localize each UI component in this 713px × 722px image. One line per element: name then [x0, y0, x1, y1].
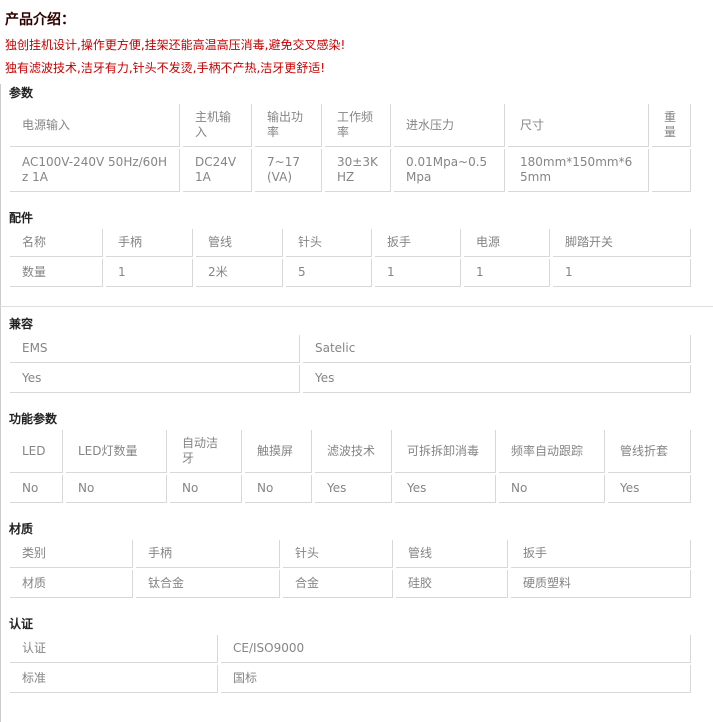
accessories-value-cell: 1: [106, 259, 193, 287]
compat-table: EMS Satelic Yes Yes: [7, 333, 694, 395]
features-header-cell: LED灯数量: [66, 430, 167, 473]
params-table: 电源输入 主机输入 输出功率 工作频率 进水压力 尺寸 重量 AC100V-24…: [7, 102, 694, 194]
params-value-cell: 0.01Mpa~0.5Mpa: [394, 149, 505, 192]
accessories-header-cell: 手柄: [106, 229, 193, 257]
features-header-cell: 自动洁牙: [170, 430, 242, 473]
accessories-header-cell: 脚踏开关: [553, 229, 691, 257]
accessories-value-row: 数量 1 2米 5 1 1 1: [10, 259, 691, 287]
accessories-value-cell: 数量: [10, 259, 103, 287]
params-value-cell: 7~17(VA): [255, 149, 322, 192]
features-header-cell: 滤波技术: [315, 430, 392, 473]
section-params: 参数 电源输入 主机输入 输出功率 工作频率 进水压力 尺寸 重量 AC100V…: [7, 86, 713, 194]
params-value-row: AC100V-240V 50Hz/60Hz 1A DC24V 1A 7~17(V…: [10, 149, 691, 192]
params-header-cell: 进水压力: [394, 104, 505, 147]
features-value-cell: Yes: [395, 475, 496, 503]
compat-value-cell: Yes: [303, 365, 691, 393]
features-value-cell: No: [245, 475, 312, 503]
product-description-line-2: 独有滤波技术,洁牙有力,针头不发烫,手柄不产热,洁牙更舒适!: [5, 61, 326, 75]
section-compat: 兼容 EMS Satelic Yes Yes: [7, 317, 713, 395]
params-value-cell: 30±3KHZ: [325, 149, 391, 192]
compat-value-cell: Yes: [10, 365, 300, 393]
features-value-cell: No: [10, 475, 63, 503]
cert-value-cell: 国标: [221, 665, 691, 693]
features-value-cell: No: [499, 475, 605, 503]
accessories-header-cell: 电源: [464, 229, 550, 257]
cert-row: 认证 CE/ISO9000: [10, 635, 691, 663]
materials-header-cell: 手柄: [136, 540, 280, 568]
features-header-row: LED LED灯数量 自动洁牙 触摸屏 滤波技术 可拆拆卸消毒 频率自动跟踪 管…: [10, 430, 691, 473]
section-features: 功能参数 LED LED灯数量 自动洁牙 触摸屏 滤波技术 可拆拆卸消毒 频率自…: [7, 412, 713, 505]
params-value-cell: DC24V 1A: [183, 149, 252, 192]
features-value-cell: No: [66, 475, 167, 503]
accessories-header-cell: 针头: [286, 229, 372, 257]
section-cert: 认证 认证 CE/ISO9000 标准 国标: [7, 617, 713, 695]
section-materials: 材质 类别 手柄 针头 管线 扳手 材质 钛合金 合金 硅胶 硬质塑料: [7, 522, 713, 600]
materials-value-cell: 材质: [10, 570, 133, 598]
params-header-cell: 尺寸: [508, 104, 649, 147]
params-header-cell: 工作频率: [325, 104, 391, 147]
accessories-value-cell: 2米: [196, 259, 283, 287]
accessories-value-cell: 5: [286, 259, 372, 287]
accessories-value-cell: 1: [375, 259, 461, 287]
materials-value-cell: 硬质塑料: [511, 570, 691, 598]
params-value-cell: AC100V-240V 50Hz/60Hz 1A: [10, 149, 180, 192]
cert-value-cell: CE/ISO9000: [221, 635, 691, 663]
features-value-cell: Yes: [315, 475, 392, 503]
compat-header-row: EMS Satelic: [10, 335, 691, 363]
compat-header-cell: Satelic: [303, 335, 691, 363]
params-value-cell: [652, 149, 691, 192]
materials-value-row: 材质 钛合金 合金 硅胶 硬质塑料: [10, 570, 691, 598]
section-title-cert: 认证: [9, 617, 34, 631]
materials-header-cell: 类别: [10, 540, 133, 568]
params-header-cell: 输出功率: [255, 104, 322, 147]
cert-table: 认证 CE/ISO9000 标准 国标: [7, 633, 694, 695]
accessories-header-cell: 扳手: [375, 229, 461, 257]
accessories-header-cell: 名称: [10, 229, 103, 257]
features-header-cell: 可拆拆卸消毒: [395, 430, 496, 473]
accessories-table: 名称 手柄 管线 针头 扳手 电源 脚踏开关 数量 1 2米 5 1 1 1: [7, 227, 694, 289]
section-title-materials: 材质: [9, 522, 34, 536]
section-title-features: 功能参数: [9, 412, 58, 426]
materials-header-cell: 扳手: [511, 540, 691, 568]
params-header-cell: 重量: [652, 104, 691, 147]
features-header-cell: 触摸屏: [245, 430, 312, 473]
accessories-header-cell: 管线: [196, 229, 283, 257]
params-header-cell: 主机输入: [183, 104, 252, 147]
accessories-header-row: 名称 手柄 管线 针头 扳手 电源 脚踏开关: [10, 229, 691, 257]
materials-value-cell: 钛合金: [136, 570, 280, 598]
features-header-cell: LED: [10, 430, 63, 473]
compat-header-cell: EMS: [10, 335, 300, 363]
cert-label-cell: 认证: [10, 635, 218, 663]
compat-value-row: Yes Yes: [10, 365, 691, 393]
spec-content-area: 参数 电源输入 主机输入 输出功率 工作频率 进水压力 尺寸 重量 AC100V…: [0, 84, 713, 722]
cert-row: 标准 国标: [10, 665, 691, 693]
features-value-cell: Yes: [608, 475, 691, 503]
features-header-cell: 频率自动跟踪: [499, 430, 605, 473]
accessories-value-cell: 1: [464, 259, 550, 287]
params-header-cell: 电源输入: [10, 104, 180, 147]
features-value-row: No No No No Yes Yes No Yes: [10, 475, 691, 503]
features-table: LED LED灯数量 自动洁牙 触摸屏 滤波技术 可拆拆卸消毒 频率自动跟踪 管…: [7, 428, 694, 505]
section-title-params: 参数: [9, 86, 34, 100]
materials-value-cell: 硅胶: [396, 570, 508, 598]
features-header-cell: 管线折套: [608, 430, 691, 473]
product-description-line-1: 独创挂机设计,操作更方便,挂架还能高温高压消毒,避免交叉感染!: [5, 38, 346, 52]
cert-label-cell: 标准: [10, 665, 218, 693]
accessories-value-cell: 1: [553, 259, 691, 287]
params-value-cell: 180mm*150mm*65mm: [508, 149, 649, 192]
section-title-accessories: 配件: [9, 211, 34, 225]
section-title-compat: 兼容: [9, 317, 34, 331]
materials-value-cell: 合金: [283, 570, 393, 598]
params-header-row: 电源输入 主机输入 输出功率 工作频率 进水压力 尺寸 重量: [10, 104, 691, 147]
product-intro-header: 产品介绍： 独创挂机设计,操作更方便,挂架还能高温高压消毒,避免交叉感染! 独有…: [0, 0, 713, 75]
section-accessories: 配件 名称 手柄 管线 针头 扳手 电源 脚踏开关 数量 1 2米 5 1 1: [7, 211, 713, 289]
materials-header-cell: 管线: [396, 540, 508, 568]
features-value-cell: No: [170, 475, 242, 503]
module-separator: [0, 306, 713, 307]
materials-table: 类别 手柄 针头 管线 扳手 材质 钛合金 合金 硅胶 硬质塑料: [7, 538, 694, 600]
materials-header-cell: 针头: [283, 540, 393, 568]
materials-header-row: 类别 手柄 针头 管线 扳手: [10, 540, 691, 568]
page-title: 产品介绍：: [5, 12, 75, 28]
